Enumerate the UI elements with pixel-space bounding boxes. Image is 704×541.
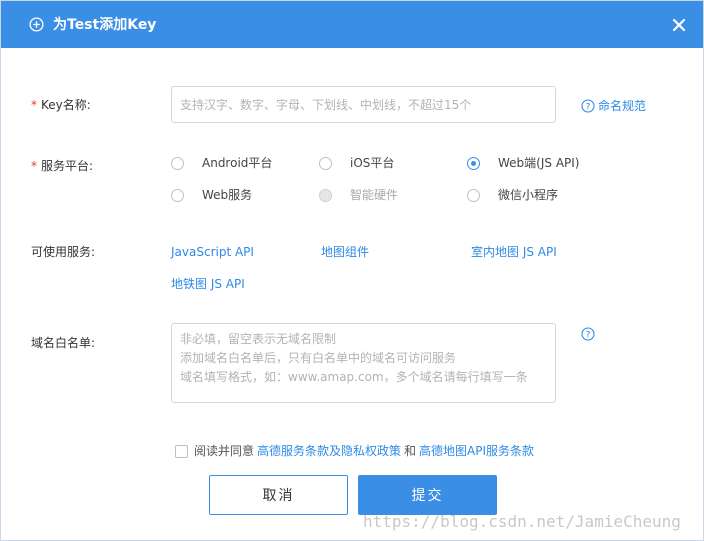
dialog-header: 为Test添加Key <box>1 1 703 48</box>
add-key-dialog: 为Test添加Key * Key名称: ? 命名规范 * 服务平台: Android… <box>0 0 704 541</box>
agreement-and: 和 <box>404 444 417 458</box>
service-subway-map-js-api[interactable]: 地铁图 JS API <box>171 277 245 291</box>
dialog-title: 为Test添加Key <box>53 17 157 33</box>
service-map-components[interactable]: 地图组件 <box>321 245 369 259</box>
radio-circle <box>171 188 184 202</box>
agreement-prefix: 阅读并同意 <box>194 444 255 458</box>
radio-ios[interactable]: iOS平台 <box>319 156 394 170</box>
radio-wechat-mini-program[interactable]: 微信小程序 <box>467 188 558 202</box>
required-mark: * <box>31 98 37 112</box>
submit-button[interactable]: 提交 <box>358 475 497 515</box>
watermark-text: https://blog.csdn.net/JamieCheung <box>363 512 681 531</box>
radio-label: iOS平台 <box>350 156 395 170</box>
radio-web-service[interactable]: Web服务 <box>171 188 252 202</box>
radio-circle-disabled <box>319 188 332 202</box>
question-circle-icon: ? <box>581 99 595 113</box>
whitelist-help[interactable]: ? <box>581 327 598 341</box>
radio-label: Web端(JS API) <box>498 156 580 170</box>
radio-circle <box>171 156 184 170</box>
radio-label: 智能硬件 <box>350 188 399 202</box>
radio-android[interactable]: Android平台 <box>171 156 272 170</box>
radio-circle <box>467 188 480 202</box>
naming-rules-text: 命名规范 <box>598 99 647 113</box>
whitelist-textarea[interactable] <box>171 323 556 403</box>
radio-circle <box>319 156 332 170</box>
service-indoor-map-js-api[interactable]: 室内地图 JS API <box>471 245 557 259</box>
service-javascript-api[interactable]: JavaScript API <box>171 245 254 259</box>
svg-text:?: ? <box>586 330 591 340</box>
svg-text:?: ? <box>586 102 591 112</box>
services-label: 可使用服务: <box>31 245 96 259</box>
radio-label: Android平台 <box>202 156 273 170</box>
plus-circle-icon <box>29 17 44 32</box>
platform-label: 服务平台: <box>41 159 94 173</box>
api-terms-link[interactable]: 高德地图API服务条款 <box>419 444 534 458</box>
whitelist-label: 域名白名单: <box>31 336 96 350</box>
radio-web-js-api[interactable]: Web端(JS API) <box>467 156 579 170</box>
close-icon[interactable] <box>669 15 689 35</box>
platform-label-group: * 服务平台: <box>31 158 93 174</box>
required-mark: * <box>31 159 37 173</box>
naming-rules-link[interactable]: ? 命名规范 <box>581 99 646 113</box>
key-name-input[interactable] <box>171 86 556 123</box>
agreement-row: 阅读并同意 高德服务条款及隐私权政策 和 高德地图API服务条款 <box>175 444 537 458</box>
service-terms-link[interactable]: 高德服务条款及隐私权政策 <box>257 444 401 458</box>
question-circle-icon: ? <box>581 327 595 341</box>
agreement-checkbox[interactable] <box>175 444 188 458</box>
radio-circle-checked <box>467 156 480 170</box>
key-name-label: Key名称: <box>41 98 91 112</box>
cancel-button[interactable]: 取消 <box>209 475 348 515</box>
radio-label: Web服务 <box>202 188 253 202</box>
radio-label: 微信小程序 <box>498 188 559 202</box>
key-name-label-group: * Key名称: <box>31 97 91 113</box>
radio-smart-hardware: 智能硬件 <box>319 188 398 202</box>
